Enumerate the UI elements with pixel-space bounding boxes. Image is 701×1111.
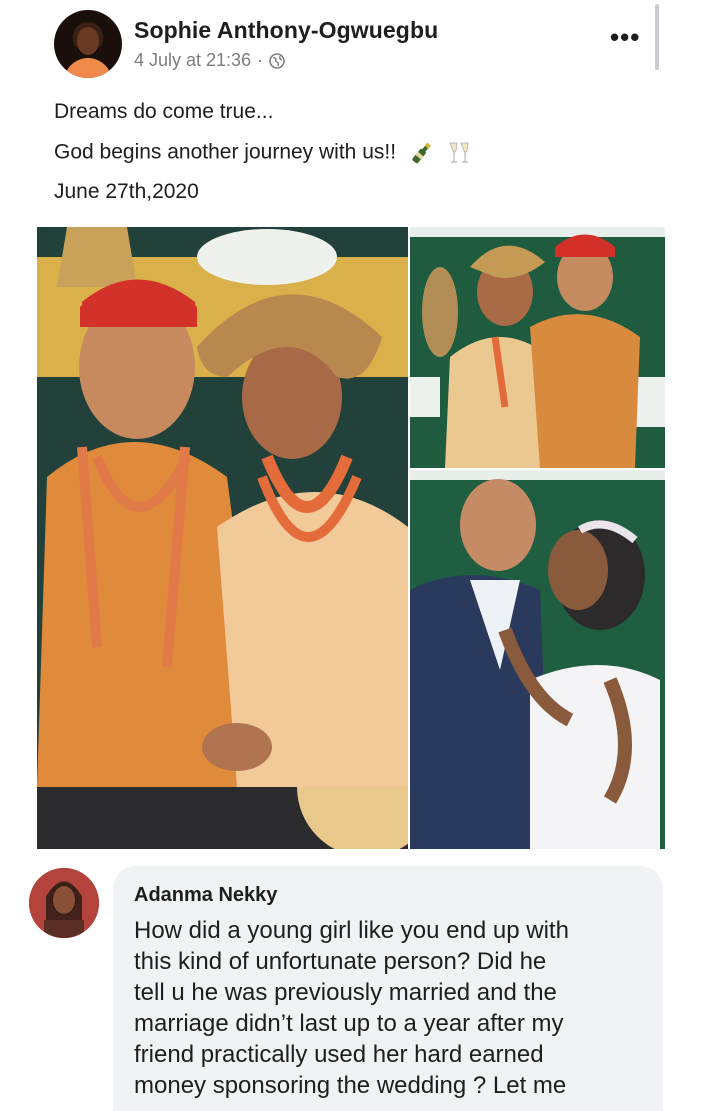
post-meta: 4 July at 21:36 · [134, 50, 285, 71]
author-avatar[interactable] [54, 10, 122, 78]
post-text-line-2-text: God begins another journey with us!! [54, 140, 397, 164]
white-wedding-photo-kiss[interactable] [410, 470, 665, 849]
comment-line-1: How did a young girl like you end up wit… [134, 917, 569, 944]
comment-line-5: friend practically used her hard earned [134, 1041, 544, 1068]
post-text-line-1: Dreams do come true... [54, 100, 274, 123]
post-header: Sophie Anthony-Ogwuegbu 4 July at 21:36 … [0, 0, 701, 90]
traditional-wedding-photo-main[interactable] [37, 227, 408, 849]
scrollbar[interactable] [655, 4, 659, 70]
comment-line-2: this kind of unfortunate person? Did he [134, 948, 547, 975]
champagne-bottle-icon [412, 142, 431, 164]
avatar-shoulders [64, 58, 112, 78]
traditional-wedding-photo-standing[interactable] [410, 227, 665, 468]
more-options-icon[interactable]: ••• [610, 22, 640, 53]
comment-line-6: money sponsoring the wedding ? Let me [134, 1072, 567, 1099]
post-text-line-2: God begins another journey with us!! [54, 140, 472, 166]
commenter-avatar[interactable] [29, 868, 99, 938]
commenter-name[interactable]: Adanma Nekky [134, 884, 277, 907]
comment-line-4: marriage didn’t last up to a year after … [134, 1010, 564, 1037]
post-timestamp[interactable]: 4 July at 21:36 [134, 50, 251, 71]
post-text-line-3: June 27th,2020 [54, 180, 199, 203]
avatar-face [77, 27, 99, 55]
clinking-glasses-icon [449, 142, 469, 163]
photo-collage [37, 227, 665, 849]
globe-icon [269, 52, 285, 69]
author-name[interactable]: Sophie Anthony-Ogwuegbu [134, 17, 438, 44]
comment-line-3: tell u he was previously married and the [134, 979, 557, 1006]
meta-separator: · [257, 50, 264, 70]
